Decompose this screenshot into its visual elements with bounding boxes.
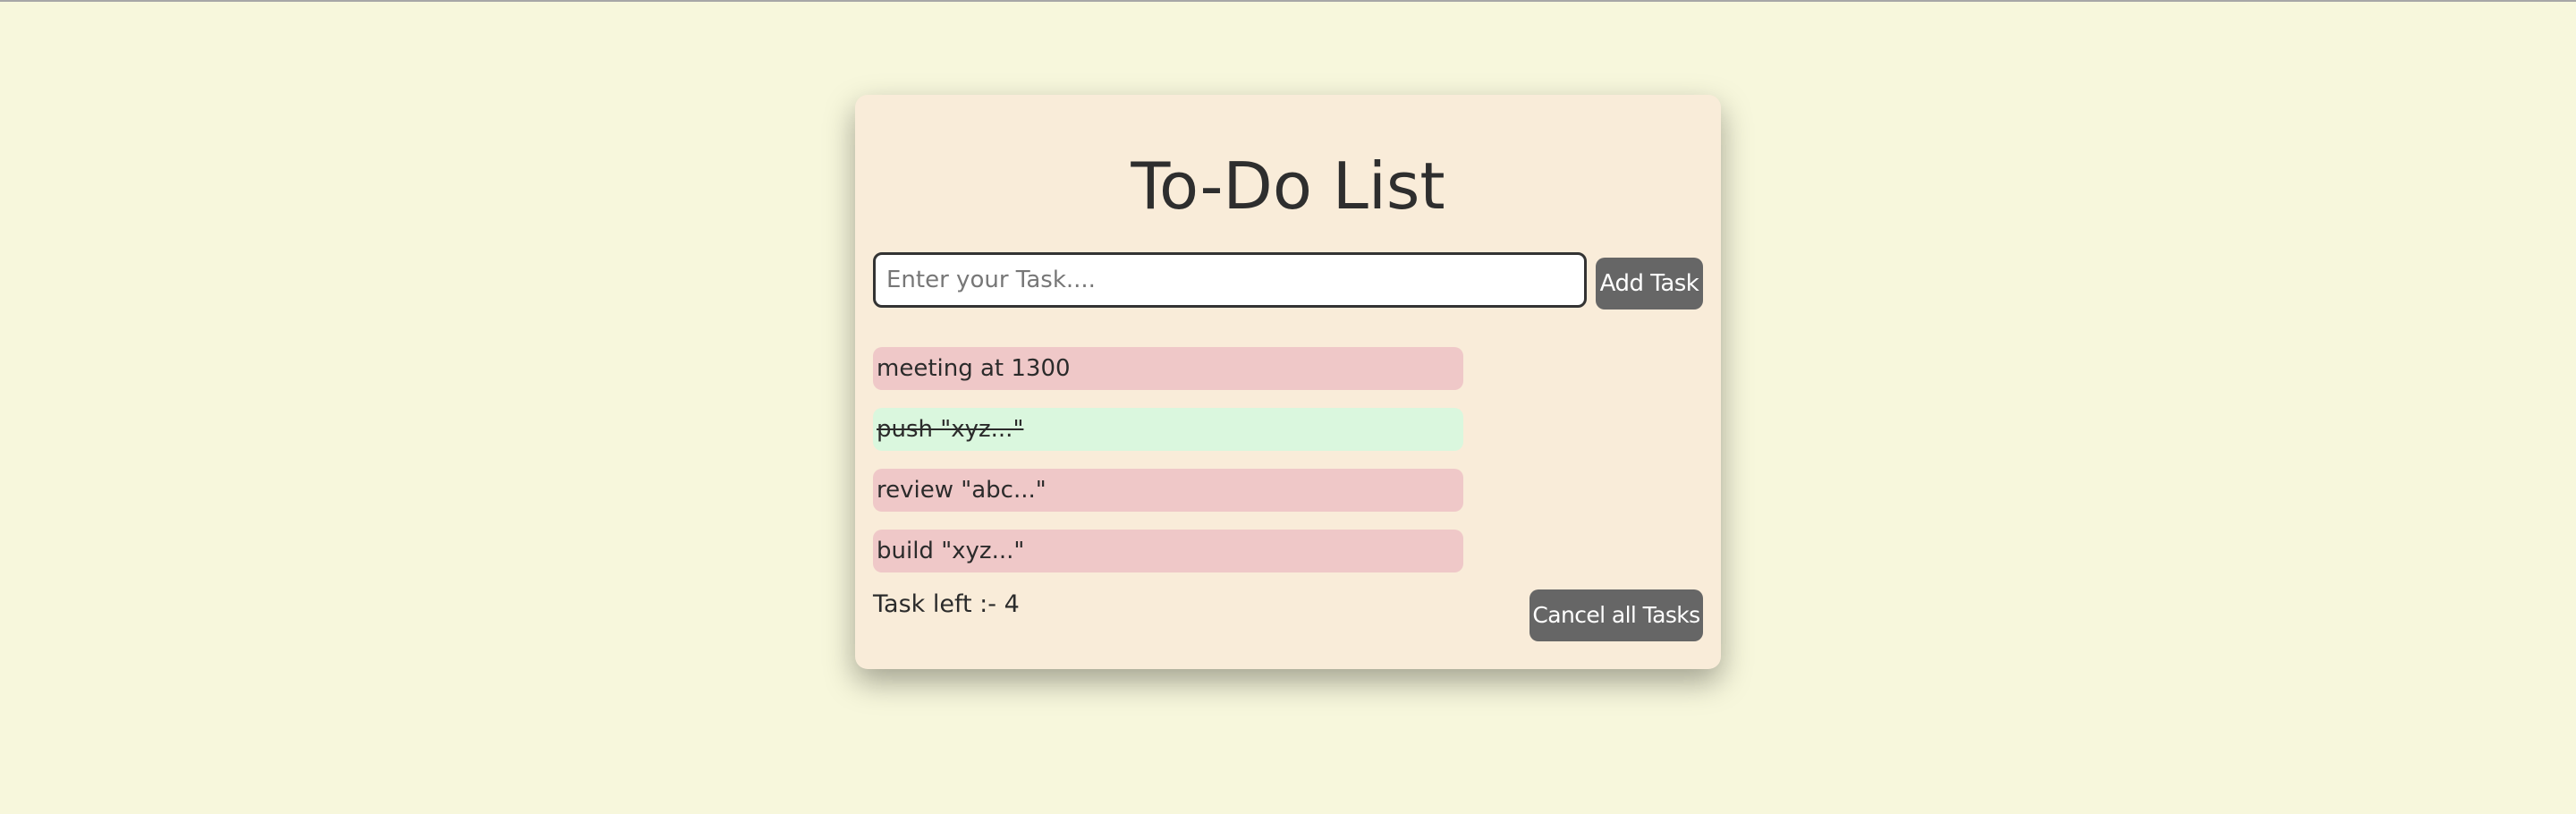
task-item[interactable]: meeting at 1300	[873, 347, 1463, 390]
task-item-completed[interactable]: push "xyz..."	[873, 408, 1463, 451]
task-input[interactable]	[873, 252, 1587, 308]
page-title: To-Do List	[1131, 148, 1445, 224]
task-item[interactable]: review "abc..."	[873, 469, 1463, 512]
add-task-button[interactable]: Add Task	[1596, 258, 1703, 309]
task-text: review "abc..."	[877, 477, 1046, 504]
task-item[interactable]: build "xyz..."	[873, 530, 1463, 572]
task-text: meeting at 1300	[877, 355, 1071, 382]
task-text: push "xyz..."	[877, 416, 1024, 443]
cancel-all-tasks-button[interactable]: Cancel all Tasks	[1530, 589, 1703, 641]
tasks-left-count: Task left :- 4	[873, 590, 1020, 618]
todo-card: To-Do List Add Task meeting at 1300 push…	[855, 95, 1721, 669]
task-list: meeting at 1300 push "xyz..." review "ab…	[873, 347, 1463, 590]
task-text: build "xyz..."	[877, 538, 1025, 564]
top-rule	[0, 0, 2576, 2]
